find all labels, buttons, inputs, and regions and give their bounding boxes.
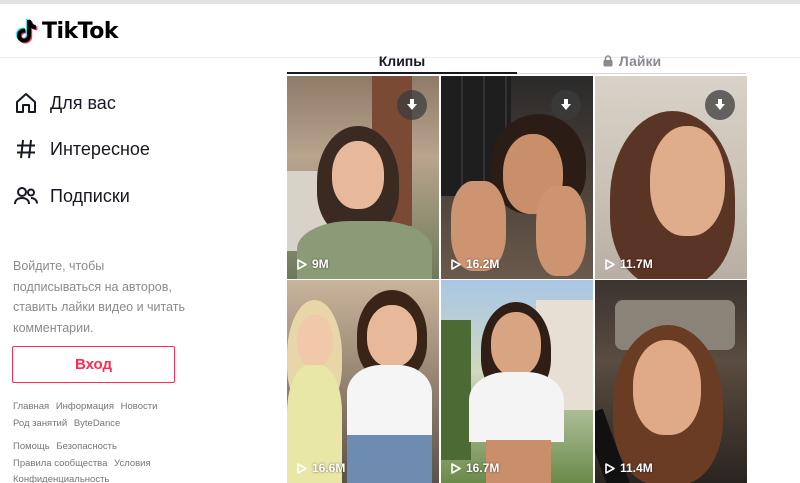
login-button[interactable]: Вход [12,346,175,383]
play-icon [605,462,615,474]
tiktok-note-icon [15,19,38,44]
video-thumbnail[interactable]: 16.7M [441,280,593,483]
video-thumbnail[interactable]: 11.4M [595,280,747,483]
footer-links-row: Помощь Безопасность [13,441,121,452]
thumbnail-figure [469,372,564,442]
footer-links-row: Конфиденциальность [13,474,113,483]
footer-link[interactable]: Безопасность [56,441,117,452]
tab-label: Клипы [378,53,426,69]
thumbnail-figure [347,435,432,483]
users-icon [12,182,40,210]
home-icon [12,89,40,117]
view-count-label: 11.4M [620,461,653,475]
footer-links-row: Род занятий ByteDance [13,418,124,429]
view-count-label: 16.2M [466,257,500,271]
download-icon[interactable] [551,90,581,120]
tab-liked[interactable]: Лайки [517,50,746,72]
footer-links-row: Правила сообщества Условия [13,458,155,469]
play-icon [297,462,307,474]
sidebar-item-discover[interactable]: Интересное [12,134,150,164]
play-icon [451,462,461,474]
view-count-label: 16.7M [466,461,500,475]
logo-text: TikTok [42,18,119,44]
footer-link[interactable]: ByteDance [74,418,120,429]
thumbnail-figure [297,315,333,367]
thumbnail-figure [633,340,701,435]
login-prompt-text: Войдите, чтобы подписываться на авторов,… [13,259,186,335]
play-icon [605,258,615,270]
sidebar-item-for-you[interactable]: Для вас [12,88,116,118]
footer-link[interactable]: Информация [56,401,114,412]
tab-label: Лайки [618,53,662,69]
footer-links-row: Главная Информация Новости [13,401,161,412]
sidebar-item-label: Для вас [50,92,116,113]
thumbnail-figure [491,312,541,376]
footer-link[interactable]: Конфиденциальность [13,474,109,483]
footer-link[interactable]: Главная [13,401,49,412]
sidebar-item-label: Подписки [50,185,130,206]
play-icon [451,258,461,270]
view-count: 16.7M [451,461,499,475]
thumbnail-backdrop [441,320,471,460]
view-count: 9M [297,257,329,271]
play-icon [297,258,307,270]
footer-link[interactable]: Помощь [13,441,50,452]
video-thumbnail[interactable]: 16.2M [441,76,593,279]
sidebar-item-following[interactable]: Подписки [12,181,130,211]
view-count: 11.7M [605,257,653,271]
thumbnail-figure [367,305,417,367]
tab-videos[interactable]: Клипы [287,50,517,72]
download-icon[interactable] [705,90,735,120]
footer-link[interactable]: Новости [121,401,158,412]
thumbnail-figure [332,141,384,209]
view-count: 11.4M [605,461,653,475]
view-count: 16.6M [297,461,345,475]
footer-link[interactable]: Правила сообщества [13,458,107,469]
footer-link[interactable]: Род занятий [13,418,67,429]
lock-icon [603,55,613,67]
view-count: 16.2M [451,257,499,271]
thumbnail-figure [650,126,725,236]
tiktok-logo[interactable]: TikTok [14,15,119,47]
view-count-label: 16.6M [312,461,346,475]
hashtag-icon [12,135,40,163]
video-thumbnail[interactable]: 9M [287,76,439,279]
download-icon[interactable] [397,90,427,120]
tab-divider [517,73,746,74]
view-count-label: 9M [312,257,329,271]
video-thumbnail[interactable]: 16.6M [287,280,439,483]
thumbnail-figure [347,365,432,435]
thumbnail-figure [536,186,586,276]
sidebar-item-label: Интересное [50,138,150,159]
view-count-label: 11.7M [620,257,653,271]
video-thumbnail[interactable]: 11.7M [595,76,747,279]
active-tab-indicator [287,72,517,74]
footer-link[interactable]: Условия [114,458,151,469]
